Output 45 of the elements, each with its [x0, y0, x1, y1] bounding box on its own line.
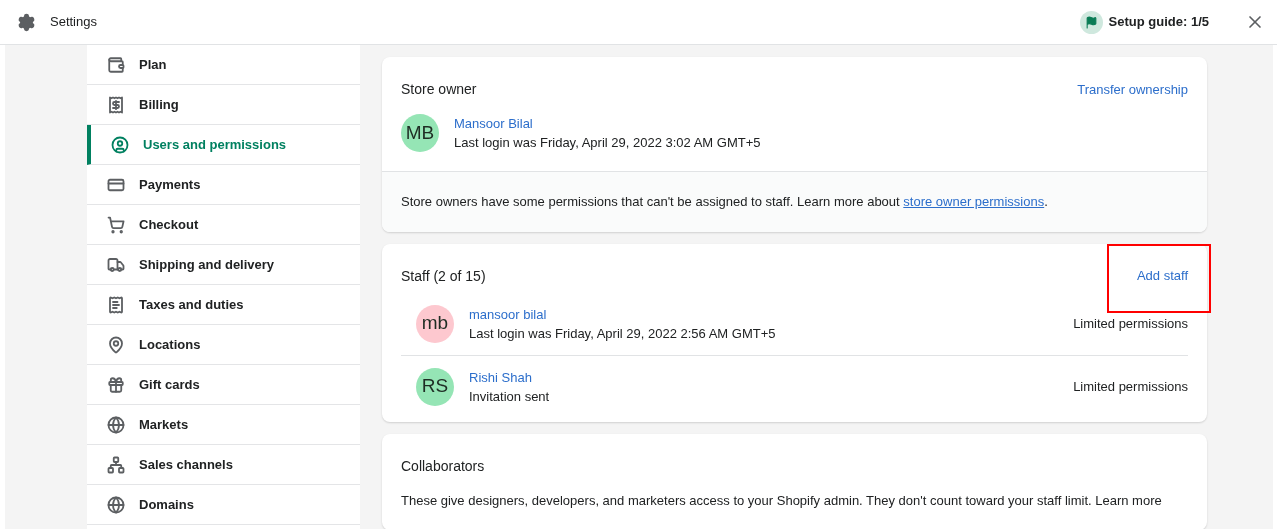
staff-name-link[interactable]: mansoor bilal: [469, 304, 1059, 324]
user-icon: [111, 135, 129, 154]
setup-guide-button[interactable]: Setup guide: 1/5: [1079, 10, 1209, 34]
sidebar-item[interactable]: Taxes and duties: [87, 285, 360, 325]
card-title: Store owner: [401, 80, 477, 99]
settings-icon: [17, 12, 36, 32]
receipt-icon: [107, 295, 125, 314]
sidebar-item[interactable]: Markets: [87, 405, 360, 445]
truck-icon: [107, 255, 125, 274]
staff-status-text: Last login was Friday, April 29, 2022 2:56 AM GMT+5: [469, 324, 777, 343]
staff-name-link[interactable]: Rishi Shah: [469, 367, 1059, 387]
sidebar-item[interactable]: Checkout: [87, 205, 360, 245]
card-title: Collaborators: [401, 456, 486, 476]
staff-status-text: Invitation sent: [469, 387, 551, 406]
add-staff-link[interactable]: Add staff: [1136, 266, 1188, 286]
permissions-text: Limited permissions: [1073, 314, 1188, 333]
avatar: mb: [416, 304, 454, 343]
collaborators-description: These give designers, developers, and marketers access to your Shopify admin. They don't count toward your staff limit. Learn more: [401, 491, 1163, 510]
transfer-ownership-link[interactable]: Transfer ownership: [1077, 79, 1188, 100]
sidebar-item[interactable]: Billing: [87, 85, 360, 125]
owner-name-link[interactable]: Mansoor Bilal: [454, 114, 761, 133]
globe-icon: [107, 495, 125, 514]
gift-icon: [107, 375, 125, 394]
receipt-icon: [107, 95, 125, 114]
permissions-note: Store owners have some permissions that can't be assigned to staff. Learn more about store owner permissions.: [401, 193, 1049, 211]
sidebar-item[interactable]: Shipping and delivery: [87, 245, 360, 285]
sidebar-item[interactable]: Users and permissions: [87, 125, 360, 165]
sidebar-item[interactable]: Domains: [87, 485, 360, 525]
avatar: MB: [401, 114, 439, 152]
sidebar-item[interactable]: Payments: [87, 165, 360, 205]
network-icon: [107, 455, 125, 474]
card-title: Staff (2 of 15): [401, 266, 486, 286]
last-login-text: Last login was Friday, April 29, 2022 3:02 AM GMT+5: [454, 134, 761, 152]
permissions-text: Limited permissions: [1073, 377, 1188, 396]
sidebar-item[interactable]: Gift cards: [87, 365, 360, 405]
globe-icon: [107, 415, 125, 434]
sidebar-item[interactable]: Locations: [87, 325, 360, 365]
location-pin-icon: [107, 335, 125, 354]
sidebar-item[interactable]: Sales channels: [87, 445, 360, 485]
avatar: RS: [416, 367, 454, 406]
page-title: Settings: [50, 13, 97, 32]
sidebar-item[interactable]: Plan: [87, 45, 360, 85]
wallet-icon: [107, 55, 125, 74]
cart-icon: [107, 215, 125, 234]
flag-icon: [1079, 10, 1103, 34]
